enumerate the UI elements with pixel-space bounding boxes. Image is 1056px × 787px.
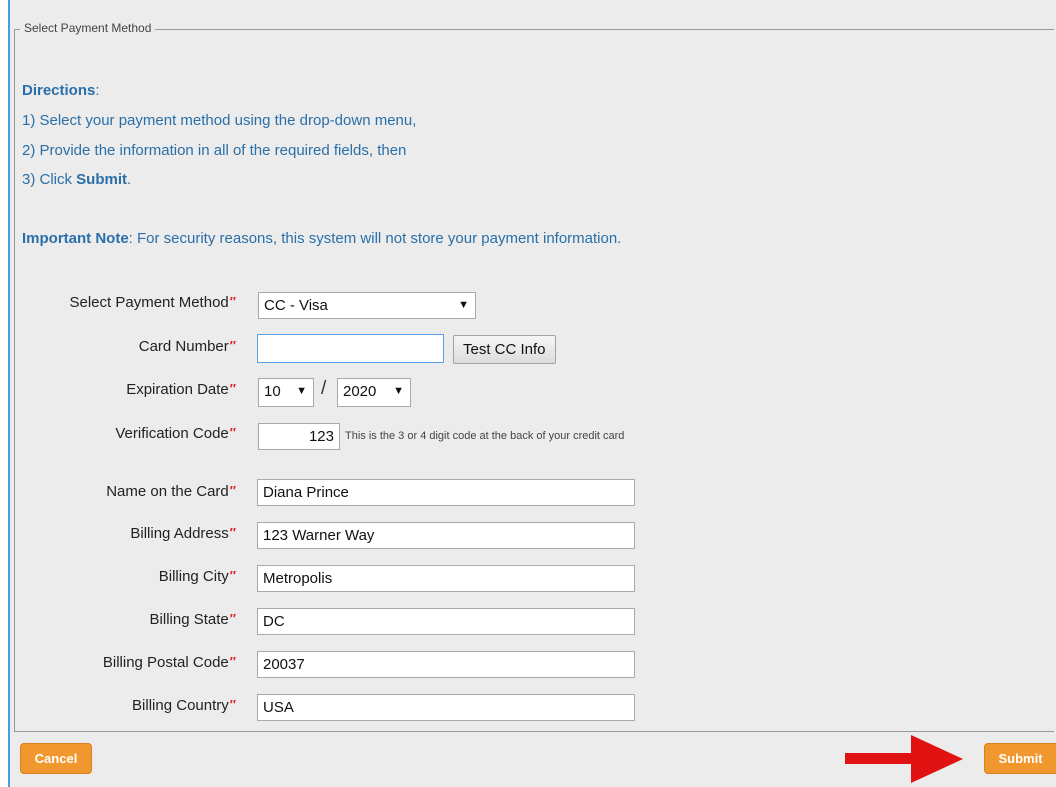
expiration-year-select[interactable]: 2020 ▼: [337, 378, 411, 407]
required-marker: [230, 654, 236, 669]
fieldset-legend: Select Payment Method: [20, 21, 156, 35]
directions-heading-colon: :: [95, 82, 100, 99]
name-on-card-input[interactable]: [257, 479, 635, 506]
billing-country-label: Billing Country: [0, 697, 236, 714]
billing-postal-code-label: Billing Postal Code: [0, 654, 236, 671]
billing-postal-code-input[interactable]: [257, 651, 635, 678]
required-marker: [230, 525, 236, 540]
directions-step-3: 3) Click Submit.: [22, 171, 131, 188]
payment-method-label-text: Select Payment Method: [69, 294, 229, 311]
required-marker: [230, 611, 236, 626]
required-marker: [230, 294, 236, 309]
card-number-input[interactable]: [257, 334, 444, 363]
required-marker: [230, 568, 236, 583]
name-on-card-label: Name on the Card: [0, 483, 236, 500]
verification-code-label: Verification Code: [0, 425, 236, 442]
billing-country-label-text: Billing Country: [132, 697, 229, 714]
submit-button[interactable]: Submit: [984, 743, 1056, 774]
billing-address-input[interactable]: [257, 522, 635, 549]
payment-method-value: CC - Visa: [264, 297, 328, 314]
cancel-button[interactable]: Cancel: [20, 743, 92, 774]
payment-method-select[interactable]: CC - Visa ▼: [258, 292, 476, 319]
billing-state-label-text: Billing State: [149, 611, 229, 628]
directions-step-1: 1) Select your payment method using the …: [22, 112, 417, 129]
verification-code-label-text: Verification Code: [115, 425, 229, 442]
required-marker: [230, 381, 236, 396]
verification-code-hint: This is the 3 or 4 digit code at the bac…: [345, 430, 625, 442]
billing-city-label: Billing City: [0, 568, 236, 585]
expiration-date-label: Expiration Date: [0, 381, 236, 398]
required-marker: [230, 483, 236, 498]
card-number-label-text: Card Number: [138, 338, 229, 355]
expiration-date-label-text: Expiration Date: [126, 381, 229, 398]
caret-down-icon: ▼: [296, 385, 307, 397]
important-note-label: Important Note: [22, 230, 129, 247]
step3-prefix: 3) Click: [22, 171, 77, 188]
expiration-year-value: 2020: [343, 383, 377, 400]
billing-country-input[interactable]: [257, 694, 635, 721]
important-note: Important Note: For security reasons, th…: [22, 230, 621, 247]
arrow-head: [911, 735, 963, 783]
required-marker: [230, 338, 236, 353]
required-marker: [230, 425, 236, 440]
payment-method-label: Select Payment Method: [0, 294, 237, 311]
expiration-month-select[interactable]: 10 ▼: [258, 378, 314, 407]
directions-step-2: 2) Provide the information in all of the…: [22, 142, 407, 159]
directions-heading: Directions:: [22, 82, 100, 99]
caret-down-icon: ▼: [458, 299, 469, 311]
billing-address-label-text: Billing Address: [130, 525, 229, 542]
caret-down-icon: ▼: [393, 385, 404, 397]
important-note-text: : For security reasons, this system will…: [128, 230, 622, 247]
billing-postal-code-label-text: Billing Postal Code: [102, 654, 229, 671]
test-cc-info-button[interactable]: Test CC Info: [453, 335, 556, 364]
billing-state-input[interactable]: [257, 608, 635, 635]
expiration-month-value: 10: [264, 383, 281, 400]
billing-city-input[interactable]: [257, 565, 635, 592]
billing-state-label: Billing State: [0, 611, 236, 628]
billing-address-label: Billing Address: [0, 525, 236, 542]
payment-page: Select Payment Method Directions: 1) Sel…: [0, 0, 1056, 787]
step3-submit-word: Submit: [76, 171, 128, 188]
verification-code-input[interactable]: [258, 423, 340, 450]
directions-heading-label: Directions: [22, 82, 96, 99]
name-on-card-label-text: Name on the Card: [106, 483, 229, 500]
date-separator: /: [321, 378, 327, 399]
step3-suffix: .: [127, 171, 132, 188]
billing-city-label-text: Billing City: [158, 568, 229, 585]
card-number-label: Card Number: [0, 338, 236, 355]
required-marker: [230, 697, 236, 712]
